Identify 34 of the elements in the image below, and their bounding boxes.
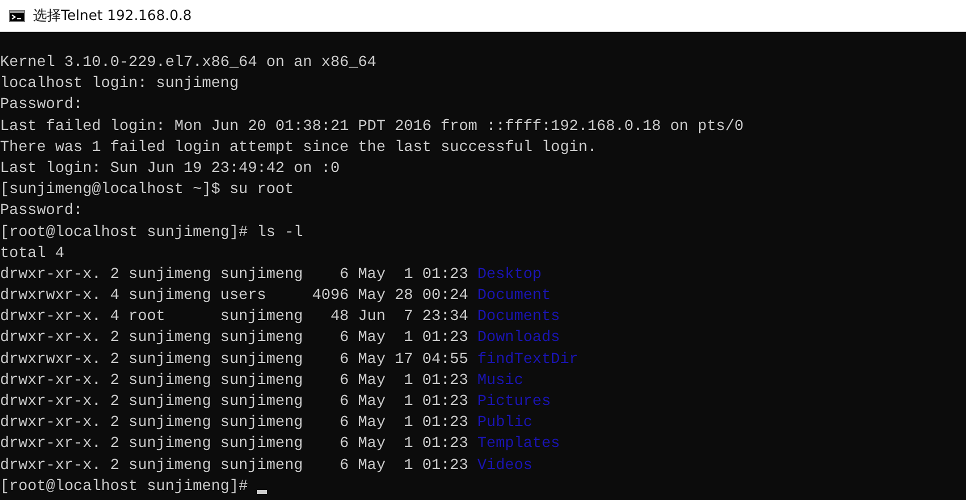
console-icon (9, 10, 25, 22)
file-info: drwxr-xr-x. 4 root sunjimeng 48 Jun 7 23:34 (0, 307, 468, 326)
terminal-line: Kernel 3.10.0-229.el7.x86_64 on an x86_64 (0, 53, 376, 71)
file-info: drwxrwxr-x. 4 sunjimeng users 4096 May 28 00:24 (0, 286, 468, 304)
terminal-line: [root@localhost sunjimeng]# ls -l (0, 222, 303, 240)
file-info: drwxr-xr-x. 2 sunjimeng sunjimeng 6 May 1 01:23 (0, 328, 468, 346)
file-info: drwxr-xr-x. 2 sunjimeng sunjimeng 6 May 1 01:23 (0, 456, 468, 474)
directory-name: Document (477, 286, 551, 304)
window-title: 选择Telnet 192.168.0.8 (33, 6, 192, 24)
file-info: drwxr-xr-x. 2 sunjimeng sunjimeng 6 May 1 01:23 (0, 434, 468, 452)
terminal-line: Last failed login: Mon Jun 20 01:38:21 PDT 2016 from ::ffff:192.168.0.18 on pts/0 (0, 116, 744, 135)
file-info: drwxr-xr-x. 2 sunjimeng sunjimeng 6 May 1 01:23 (0, 264, 468, 283)
text-cursor (257, 490, 268, 494)
directory-name: Templates (477, 434, 560, 452)
terminal-line: total 4 (0, 244, 64, 262)
directory-name: Music (477, 370, 524, 389)
directory-name: Videos (477, 456, 532, 474)
directory-name: Documents (477, 307, 560, 326)
terminal-line: localhost login: sunjimeng (0, 74, 239, 92)
file-info: drwxr-xr-x. 2 sunjimeng sunjimeng 6 May 1 01:23 (0, 413, 468, 432)
directory-name: Pictures (477, 392, 551, 410)
terminal-line: [sunjimeng@localhost ~]$ su root (0, 180, 294, 198)
terminal-line: There was 1 failed login attempt since the last successful login. (0, 138, 597, 156)
terminal-line: Password: (0, 201, 83, 220)
directory-name: Public (477, 413, 532, 432)
terminal-line: Last login: Sun Jun 19 23:49:42 on :0 (0, 158, 340, 177)
shell-prompt: [root@localhost sunjimeng]# (0, 476, 248, 495)
directory-name: findTextDir (477, 350, 578, 368)
file-info: drwxrwxr-x. 2 sunjimeng sunjimeng 6 May 17 04:55 (0, 350, 468, 368)
directory-name: Downloads (477, 328, 560, 346)
directory-name: Desktop (477, 264, 542, 283)
file-info: drwxr-xr-x. 2 sunjimeng sunjimeng 6 May 1 01:23 (0, 392, 468, 410)
file-info: drwxr-xr-x. 2 sunjimeng sunjimeng 6 May 1 01:23 (0, 370, 468, 389)
terminal-line: Password: (0, 95, 83, 114)
